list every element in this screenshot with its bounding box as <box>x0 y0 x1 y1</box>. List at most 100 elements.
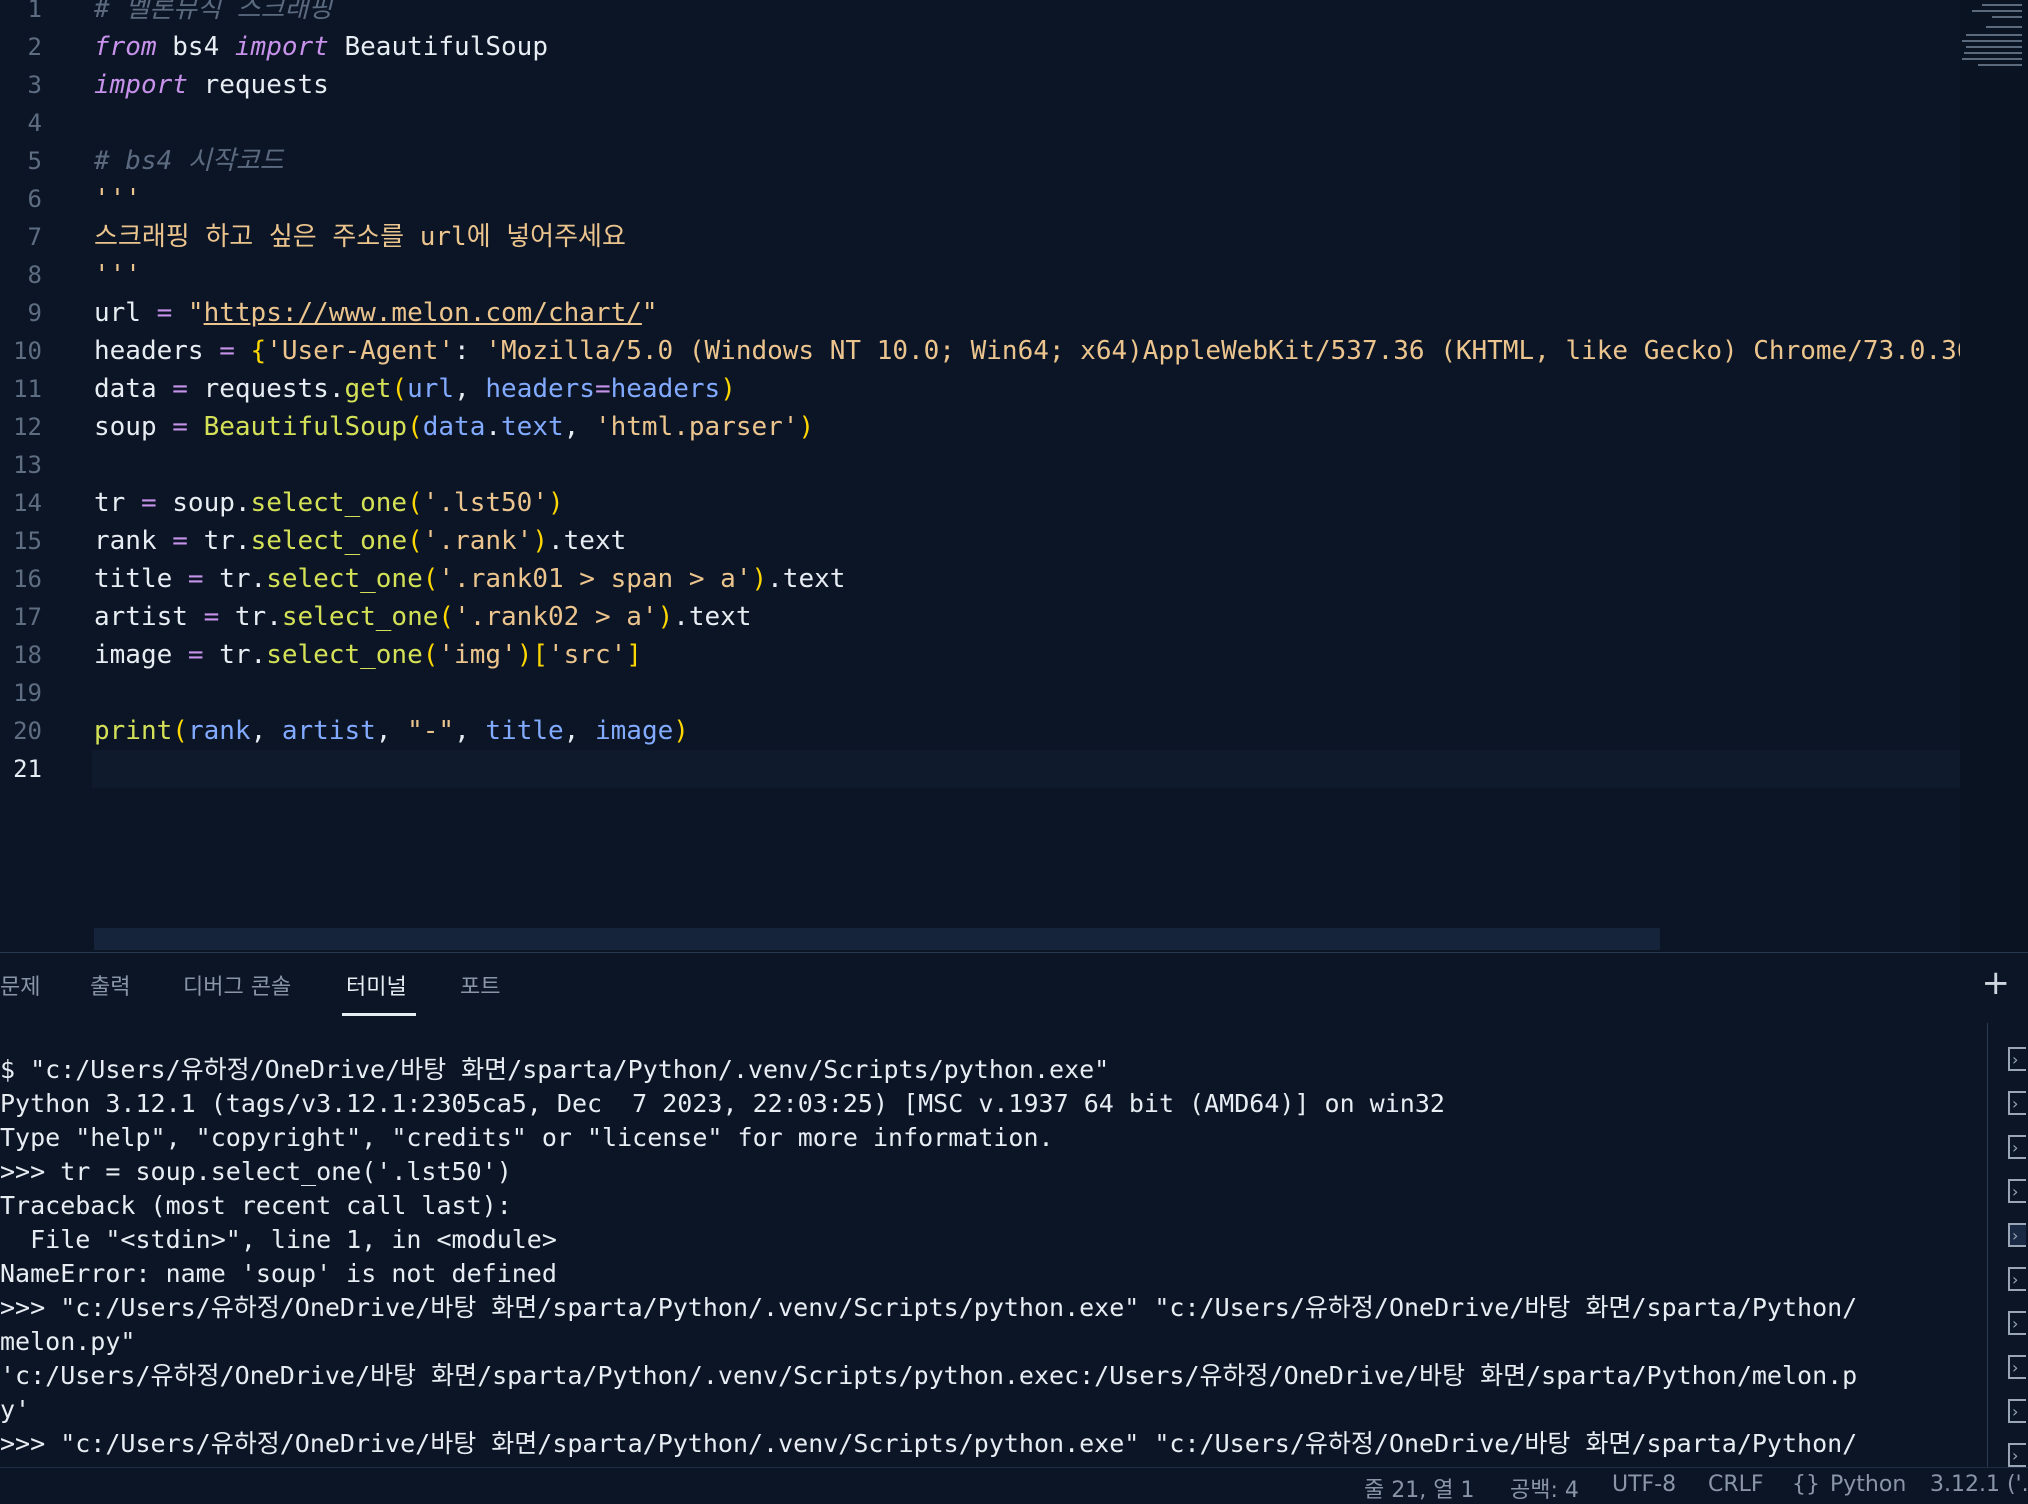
code-token: = <box>594 374 611 404</box>
line-number: 19 <box>13 679 42 707</box>
minimap-line <box>1978 64 2022 66</box>
minimap-line <box>1962 40 2022 42</box>
code-line[interactable]: print(rank, artist, "-", title, image) <box>94 712 689 750</box>
terminal-instance-icon[interactable]: › <box>2008 1311 2026 1335</box>
tab-debug-console[interactable]: 디버그 콘솔 <box>183 969 291 1001</box>
terminal-instance-icon[interactable]: › <box>2008 1443 2026 1467</box>
code-token: ) <box>751 564 768 594</box>
tab-ports[interactable]: 포트 <box>460 969 500 1001</box>
code-token: '.lst50' <box>422 488 548 518</box>
code-token: 스크래핑 하고 싶은 주소를 url에 넣어주세요 <box>94 222 626 252</box>
tab-terminal[interactable]: 터미널 <box>346 969 407 1001</box>
terminal-instance-icon[interactable]: › <box>2008 1091 2026 1115</box>
code-line[interactable]: tr = soup.select_one('.lst50') <box>94 484 564 522</box>
code-line[interactable]: from bs4 import BeautifulSoup <box>94 28 548 66</box>
language-mode[interactable]: Python <box>1830 1472 1906 1497</box>
python-interpreter[interactable]: 3.12.1 ('.v <box>1930 1472 2028 1497</box>
tab-problems[interactable]: 문제 <box>0 969 40 1001</box>
line-number: 11 <box>13 375 42 403</box>
code-token: : <box>454 336 486 366</box>
code-token: data <box>422 412 486 442</box>
line-number: 20 <box>13 717 42 745</box>
cursor-position[interactable]: 줄 21, 열 1 <box>1364 1472 1474 1504</box>
code-editor[interactable]: 1 2 3 4 5 6 7 8 9 10 11 12 13 14 15 16 17 18 19 20 21 # 멜론뮤직… <box>0 0 2028 952</box>
code-line[interactable]: 스크래핑 하고 싶은 주소를 url에 넣어주세요 <box>94 218 626 256</box>
code-token: "-" <box>407 716 455 746</box>
line-number: 9 <box>27 299 42 327</box>
code-line[interactable]: ''' <box>94 256 141 294</box>
code-token: '.rank01 > span > a' <box>438 564 752 594</box>
terminal-instance-icon[interactable]: › <box>2008 1135 2026 1159</box>
code-token: print <box>94 716 173 746</box>
end-of-line[interactable]: CRLF <box>1708 1472 1764 1497</box>
code-line[interactable]: headers = {'User-Agent': 'Mozilla/5.0 (W… <box>94 332 2004 370</box>
code-line[interactable]: data = requests.get(url, headers=headers… <box>94 370 736 408</box>
file-encoding[interactable]: UTF-8 <box>1612 1472 1676 1497</box>
current-line-highlight <box>92 750 1962 788</box>
code-token: 'html.parser' <box>594 412 799 442</box>
code-token: rank <box>187 716 251 746</box>
minimap[interactable] <box>1960 0 2028 952</box>
horizontal-scrollbar[interactable] <box>94 928 1660 950</box>
code-line[interactable]: soup = BeautifulSoup(data.text, 'html.pa… <box>94 408 814 446</box>
active-tab-indicator <box>342 1013 416 1016</box>
code-token: artist <box>281 716 376 746</box>
terminal-instance-list: › › › › › › › › › › <box>1987 1023 2028 1468</box>
code-token: , <box>250 716 282 746</box>
code-line[interactable]: rank = tr.select_one('.rank').text <box>94 522 626 560</box>
code-line[interactable]: image = tr.select_one('img')['src'] <box>94 636 642 674</box>
panel-tabs: 문제 출력 디버그 콘솔 터미널 포트 <box>0 953 1980 1021</box>
status-bar: 줄 21, 열 1 공백: 4 UTF-8 CRLF {} Python 3.1… <box>0 1467 2028 1503</box>
code-token: ) <box>673 716 689 746</box>
code-token: ( <box>391 374 408 404</box>
code-line[interactable]: import requests <box>94 66 329 104</box>
terminal-instance-icon[interactable]: › <box>2008 1223 2026 1247</box>
line-number: 10 <box>13 337 42 365</box>
minimap-line <box>1982 4 2022 6</box>
code-token: .text <box>673 602 752 632</box>
code-line[interactable]: # bs4 시작코드 <box>94 142 284 180</box>
code-line[interactable]: artist = tr.select_one('.rank02 > a').te… <box>94 598 752 636</box>
new-terminal-plus-icon[interactable]: + <box>1982 963 2011 1003</box>
code-token: select_one <box>266 640 423 670</box>
code-line[interactable]: ''' <box>94 180 141 218</box>
code-token: artist <box>94 602 204 632</box>
code-token: " <box>641 298 658 328</box>
code-token: BeautifulSoup <box>203 412 408 442</box>
terminal-output[interactable]: $ "c:/Users/유하정/OneDrive/바탕 화면/sparta/Py… <box>0 1053 1985 1461</box>
terminal-instance-icon[interactable]: › <box>2008 1179 2026 1203</box>
code-token: ( <box>422 564 439 594</box>
code-token: = <box>203 602 220 632</box>
code-line[interactable]: url = "https://www.melon.com/chart/" <box>94 294 658 332</box>
code-line[interactable]: # 멜론뮤직 스크래핑 <box>94 0 332 28</box>
terminal-line: NameError: name 'soup' is not defined <box>0 1259 557 1288</box>
code-token: title <box>94 564 188 594</box>
code-token: , <box>375 716 408 746</box>
indentation-spaces[interactable]: 공백: 4 <box>1510 1472 1579 1504</box>
terminal-instance-icon[interactable]: › <box>2008 1047 2026 1071</box>
code-token: headers <box>94 336 220 366</box>
code-token: ) <box>720 374 736 404</box>
line-number: 14 <box>13 489 42 517</box>
code-token: ) <box>547 488 564 518</box>
code-token: '.rank' <box>422 526 533 556</box>
terminal-instance-icon[interactable]: › <box>2008 1267 2026 1291</box>
code-token: from <box>94 32 157 62</box>
line-number: 12 <box>13 413 42 441</box>
minimap-line <box>1986 26 2022 28</box>
code-token: select_one <box>250 488 408 518</box>
minimap-line <box>1964 52 2022 54</box>
code-token: . <box>485 412 502 442</box>
code-token: image <box>94 640 188 670</box>
code-line[interactable]: title = tr.select_one('.rank01 > span > … <box>94 560 845 598</box>
terminal-instance-icon[interactable]: › <box>2008 1399 2026 1423</box>
code-token: import <box>234 32 329 62</box>
code-token: = <box>219 336 235 366</box>
minimap-line <box>1962 58 2022 60</box>
tab-output[interactable]: 출력 <box>90 969 130 1001</box>
line-number: 7 <box>27 223 42 251</box>
terminal-instance-icon[interactable]: › <box>2008 1355 2026 1379</box>
code-token: select_one <box>266 564 423 594</box>
code-token: = <box>140 488 157 518</box>
